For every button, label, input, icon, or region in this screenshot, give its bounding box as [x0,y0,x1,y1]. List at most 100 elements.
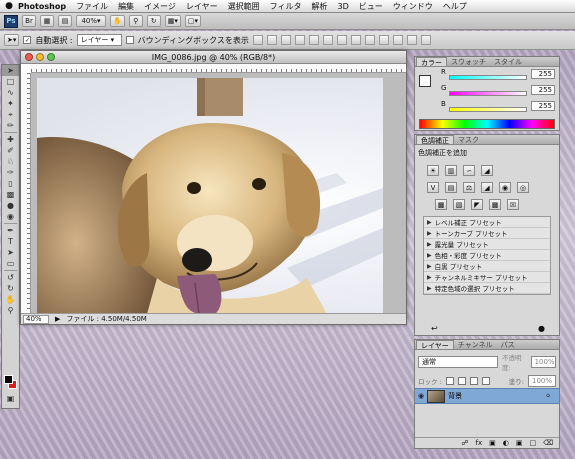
color-balance-icon[interactable]: ⚖ [463,182,475,193]
channel-g-slider[interactable] [449,91,527,96]
menu-view[interactable]: ビュー [359,1,383,12]
distribute-bottom-icon[interactable] [364,35,375,45]
delete-layer-icon[interactable]: ⌫ [543,439,553,447]
zoom-level-select[interactable]: 40% ▾ [76,15,106,27]
bounding-box-checkbox[interactable] [125,36,134,44]
path-select-tool-icon[interactable]: ➤ [2,247,19,258]
document-arrange-button[interactable]: ▤ [58,15,72,27]
link-layers-icon[interactable]: ☍ [461,439,468,447]
menu-edit[interactable]: 編集 [118,1,134,12]
canvas-area[interactable] [31,73,406,313]
marquee-tool-icon[interactable]: □ [2,76,19,87]
zoom-tool-icon[interactable]: ⚲ [128,15,143,27]
eyedropper-tool-icon[interactable]: ✏ [2,120,19,131]
dog-photo[interactable] [37,78,383,313]
channel-mixer-icon[interactable]: ◎ [517,182,529,193]
brightness-contrast-icon[interactable]: ☀ [427,165,439,176]
blend-mode-dropdown[interactable]: 通常 [418,356,498,368]
vertical-ruler[interactable] [21,73,31,313]
align-right-icon[interactable] [322,35,333,45]
visibility-eye-icon[interactable]: ◉ [418,392,424,400]
preset-selective-color[interactable]: ▶ 特定色域の選択 プリセット [424,283,550,294]
new-group-icon[interactable]: ▣ [516,439,523,447]
posterize-icon[interactable]: ▧ [453,199,465,210]
align-center-icon[interactable] [308,35,319,45]
lock-all-icon[interactable] [481,377,490,385]
exposure-icon[interactable]: ◢ [481,165,493,176]
distribute-left-icon[interactable] [378,35,389,45]
app-menu[interactable]: Photoshop [18,2,66,11]
zoom-field[interactable]: 40% [23,314,49,324]
layer-style-icon[interactable]: fx [476,439,483,447]
foreground-color-swatch[interactable] [4,375,13,384]
channel-b-slider[interactable] [449,107,527,112]
eraser-tool-icon[interactable]: ▯ [2,178,19,189]
selective-color-icon[interactable]: ☒ [507,199,519,210]
distribute-center-icon[interactable] [392,35,403,45]
layer-row-background[interactable]: ◉ 背景 ⚪ [415,388,559,404]
lasso-tool-icon[interactable]: ∿ [2,87,19,98]
tab-masks[interactable]: マスク [454,135,483,144]
channel-r-slider[interactable] [449,75,527,80]
distribute-middle-icon[interactable] [350,35,361,45]
layer-name[interactable]: 背景 [448,391,462,401]
preset-channel-mixer[interactable]: ▶ チャンネルミキサー プリセット [424,272,550,283]
screen-mode-icon[interactable]: ▢▾ [184,15,201,27]
return-to-list-icon[interactable]: ↩ [431,324,438,333]
preset-exposure[interactable]: ▶ 露光量 プリセット [424,239,550,250]
hand-tool-icon[interactable]: ✋ [110,15,125,27]
distribute-top-icon[interactable] [336,35,347,45]
new-layer-icon[interactable]: □ [529,439,536,447]
hand-tool-icon[interactable]: ✋ [2,294,19,305]
menu-filter[interactable]: フィルタ [270,1,302,12]
align-top-icon[interactable] [252,35,263,45]
quick-mask-icon[interactable]: ▣ [2,393,19,404]
fill-field[interactable]: 100% [527,375,556,387]
photo-filter-icon[interactable]: ◉ [499,182,511,193]
healing-brush-tool-icon[interactable]: ✚ [2,134,19,145]
menu-layer[interactable]: レイヤー [186,1,218,12]
menu-window[interactable]: ウィンドウ [393,1,433,12]
tab-swatches[interactable]: スウォッチ [447,57,490,66]
menu-select[interactable]: 選択範囲 [228,1,260,12]
horizontal-ruler[interactable] [31,64,406,73]
lock-pixels-icon[interactable] [457,377,466,385]
history-brush-tool-icon[interactable]: ✑ [2,167,19,178]
clip-to-layer-icon[interactable]: ● [538,324,545,333]
channel-g-value[interactable]: 255 [531,85,555,95]
move-tool-preset-icon[interactable]: ➤▾ [4,34,20,46]
move-tool-icon[interactable]: ➤ [2,65,19,76]
invert-icon[interactable]: ▩ [435,199,447,210]
auto-select-checkbox[interactable]: ✓ [23,36,32,44]
align-middle-icon[interactable] [266,35,277,45]
vibrance-icon[interactable]: V [427,182,439,193]
apple-menu-icon[interactable]: ● [0,1,18,11]
rotate-view-icon[interactable]: ↻ [146,15,161,27]
channel-r-value[interactable]: 255 [531,69,555,79]
opacity-field[interactable]: 100% [530,356,556,368]
dodge-tool-icon[interactable]: ◉ [2,211,19,222]
preset-curves[interactable]: ▶ トーンカーブ プリセット [424,228,550,239]
menu-help[interactable]: ヘルプ [443,1,467,12]
black-white-icon[interactable]: ◢ [481,182,493,193]
preset-hue-saturation[interactable]: ▶ 色相・彩度 プリセット [424,250,550,261]
pen-tool-icon[interactable]: ✒ [2,225,19,236]
zoom-tool-icon[interactable]: ⚲ [2,305,19,316]
gradient-map-icon[interactable]: ▩ [489,199,501,210]
align-bottom-icon[interactable] [280,35,291,45]
lock-transparency-icon[interactable] [445,377,454,385]
tab-layers[interactable]: レイヤー [416,340,454,350]
menu-file[interactable]: ファイル [76,1,108,12]
align-left-icon[interactable] [294,35,305,45]
tab-adjustments[interactable]: 色調補正 [416,135,454,145]
3d-orbit-tool-icon[interactable]: ↻ [2,283,19,294]
shape-tool-icon[interactable]: ▭ [2,258,19,269]
quick-select-tool-icon[interactable]: ✦ [2,98,19,109]
distribute-right-icon[interactable] [406,35,417,45]
menu-image[interactable]: イメージ [144,1,176,12]
tab-paths[interactable]: パス [497,340,519,349]
tab-styles[interactable]: スタイル [490,57,526,66]
preset-levels[interactable]: ▶ レベル補正 プリセット [424,217,550,228]
auto-align-icon[interactable] [420,35,431,45]
tab-color[interactable]: カラー [416,57,447,67]
